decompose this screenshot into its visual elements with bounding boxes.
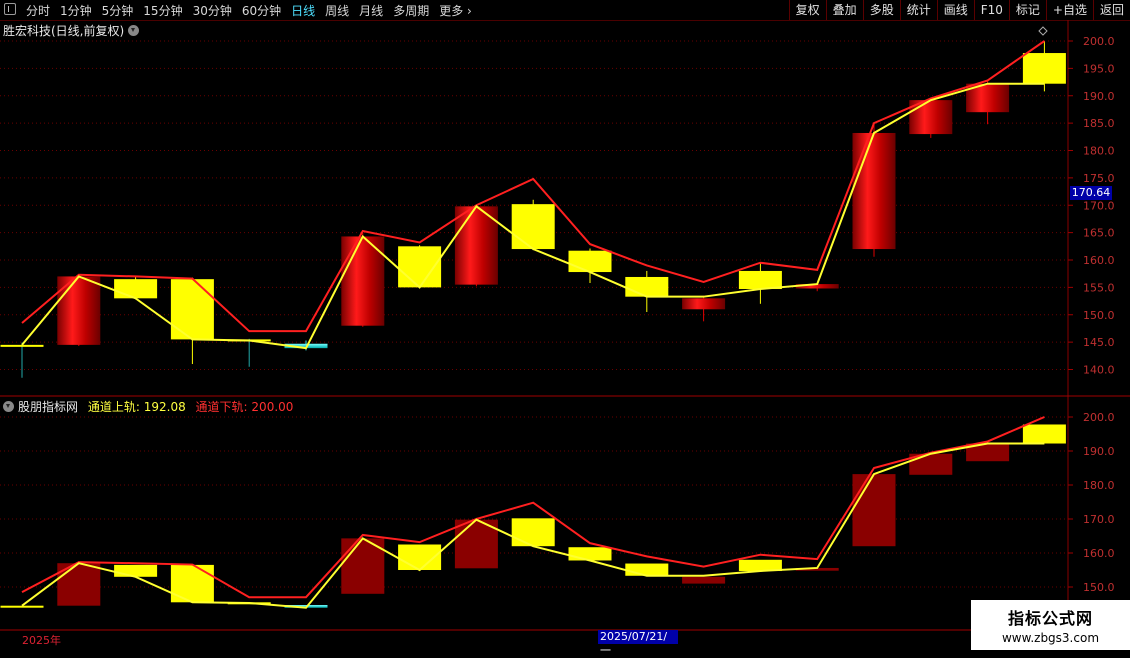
indicator-candle <box>114 564 158 577</box>
watermark-title: 指标公式网 <box>1007 609 1093 628</box>
ind-y-tick-label: 160.0 <box>1083 547 1115 560</box>
date-axis-year: 2025年 <box>22 634 61 647</box>
candle-body <box>738 270 782 290</box>
candle-body <box>0 344 44 347</box>
candle-body <box>114 279 158 299</box>
indicator-candle <box>682 576 726 584</box>
main-y-tick-label: 155.0 <box>1083 281 1115 294</box>
current-price-tag: 170.64 <box>1070 186 1112 200</box>
indicator-candle <box>852 474 896 547</box>
ind-y-tick-label: 150.0 <box>1083 581 1115 594</box>
candle-body <box>568 250 612 273</box>
main-y-tick-label: 150.0 <box>1083 309 1115 322</box>
main-y-tick-label: 175.0 <box>1083 172 1115 185</box>
main-y-tick-label: 195.0 <box>1083 62 1115 75</box>
main-y-tick-label: 180.0 <box>1083 145 1115 158</box>
chart-canvas[interactable]: 200.0 195.0 190.0 185.0 180.0 175.0 170.0 165.0… <box>0 0 1130 650</box>
candle-body <box>682 298 726 310</box>
indicator-candle <box>511 518 555 547</box>
candle-body <box>1022 53 1066 84</box>
main-y-tick-label: 165.0 <box>1083 227 1115 240</box>
ind-y-tick-label: 190.0 <box>1083 445 1115 458</box>
indicator-candle <box>0 605 44 608</box>
main-y-tick-label: 200.0 <box>1083 35 1115 48</box>
indicator-candle <box>170 564 214 603</box>
ind-y-tick-label: 200.0 <box>1083 411 1115 424</box>
candle-body <box>511 204 555 250</box>
candle-body <box>625 276 669 297</box>
main-y-tick-label: 190.0 <box>1083 90 1115 103</box>
main-y-tick-label: 160.0 <box>1083 254 1115 267</box>
ind-y-tick-label: 170.0 <box>1083 513 1115 526</box>
main-y-tick-label: 145.0 <box>1083 336 1115 349</box>
indicator-candle <box>625 563 669 576</box>
indicator-candle <box>1022 424 1066 444</box>
watermark-url: www.zbgs3.com <box>1001 631 1100 645</box>
candle-body <box>170 279 214 340</box>
indicator-candle <box>568 547 612 561</box>
candle-body <box>852 132 896 250</box>
date-axis-cursor: 2025/07/21/一 <box>598 630 678 657</box>
main-y-tick-label: 140.0 <box>1083 364 1115 377</box>
ind-y-tick-label: 180.0 <box>1083 479 1115 492</box>
main-y-tick-label: 185.0 <box>1083 117 1115 130</box>
main-y-tick-label: 170.0 <box>1083 199 1115 212</box>
watermark-logo: 指标公式网 www.zbgs3.com <box>971 600 1130 650</box>
diamond-marker-icon <box>1038 26 1048 36</box>
